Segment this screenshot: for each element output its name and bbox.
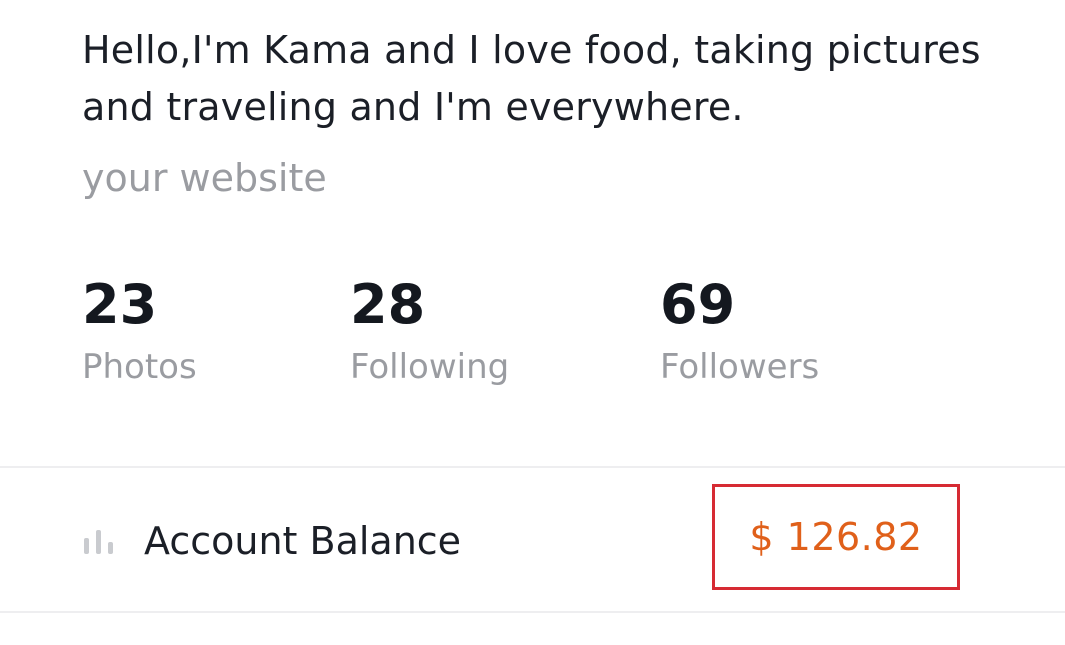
bar-chart-icon — [84, 530, 113, 554]
stat-photos[interactable]: 23 Photos — [82, 270, 197, 392]
stat-following-label: Following — [350, 347, 510, 387]
account-balance-highlight: $ 126.82 — [712, 484, 960, 590]
account-balance-row[interactable]: Account Balance $ 126.82 — [0, 468, 1065, 611]
account-balance-label: Account Balance — [144, 519, 462, 563]
account-balance-value: $ 126.82 — [749, 515, 923, 559]
profile-bio: Hello,I'm Kama and I love food, taking p… — [82, 28, 981, 129]
stat-followers-value: 69 — [660, 273, 736, 336]
stat-photos-label: Photos — [82, 347, 197, 387]
stat-following-value: 28 — [350, 273, 426, 336]
stat-followers[interactable]: 69 Followers — [660, 270, 819, 392]
stat-photos-value: 23 — [82, 273, 158, 336]
profile-website-link[interactable]: your website — [82, 150, 327, 206]
divider-bottom — [0, 611, 1065, 613]
stat-following[interactable]: 28 Following — [350, 270, 509, 392]
profile-page: Hello,I'm Kama and I love food, taking p… — [0, 0, 1065, 645]
stat-followers-label: Followers — [660, 347, 820, 387]
